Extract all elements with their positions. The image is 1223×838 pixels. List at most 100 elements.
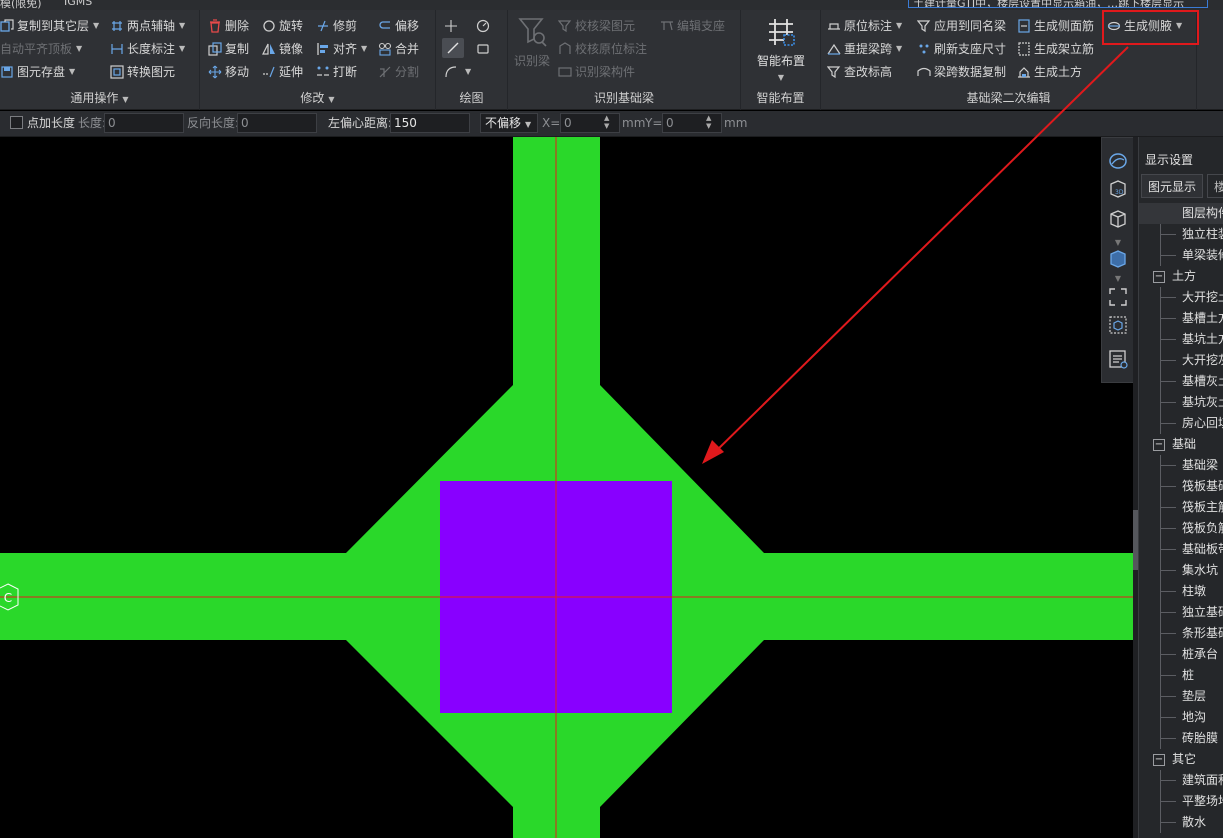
x-spinner[interactable]: ▲ ▼ <box>604 114 609 134</box>
original-annotation-button[interactable]: 原位标注 ▼ <box>827 16 902 36</box>
tree-item[interactable]: 大开挖灰 <box>1139 350 1223 371</box>
chevron-down-icon[interactable]: ▼ <box>1107 238 1129 248</box>
edit-support-button[interactable]: 编辑支座 <box>660 16 725 36</box>
tree-connector <box>1160 738 1176 739</box>
identify-beam-button[interactable]: 识别梁 <box>514 16 550 69</box>
cube-view-icon[interactable] <box>1107 208 1129 230</box>
offset-button[interactable]: 偏移 <box>378 16 419 36</box>
point-tool-button[interactable] <box>444 16 461 36</box>
gen-side-rebar-button[interactable]: 生成侧面筋 <box>1017 16 1094 36</box>
tree-item[interactable]: 筏板基础 <box>1139 476 1223 497</box>
span-data-copy-button[interactable]: 梁跨数据复制 <box>917 62 1006 82</box>
trim-button[interactable]: 修剪 <box>316 16 357 36</box>
tree-item[interactable]: 桩 <box>1139 665 1223 686</box>
tree-item[interactable]: 独立柱装 <box>1139 224 1223 245</box>
tree-item[interactable]: 垫层 <box>1139 686 1223 707</box>
copy-button[interactable]: 复制 <box>208 39 249 59</box>
tree-item[interactable]: 基槽灰土 <box>1139 371 1223 392</box>
group-title-general[interactable]: 通用操作 ▼ <box>0 89 199 106</box>
rect-tool-button[interactable] <box>476 39 493 59</box>
tree-item[interactable]: 集水坑 <box>1139 560 1223 581</box>
collapse-icon[interactable]: − <box>1153 271 1165 283</box>
fullscreen-icon[interactable] <box>1107 286 1129 308</box>
tree-item[interactable]: 独立基础 <box>1139 602 1223 623</box>
check-elevation-button[interactable]: 查改标高 <box>827 62 892 82</box>
tree-item[interactable]: 单梁装修 <box>1139 245 1223 266</box>
tree-item[interactable]: 筏板主筋 <box>1139 497 1223 518</box>
auto-align-button[interactable]: 自动平齐顶板 ▼ <box>0 39 82 59</box>
merge-button[interactable]: 合并 <box>378 39 419 59</box>
rotate-point-button[interactable] <box>476 16 493 36</box>
check-annotation-button[interactable]: 校核原位标注 <box>558 39 647 59</box>
gen-stand-rebar-button[interactable]: 生成架立筋 <box>1017 39 1094 59</box>
tree-item[interactable]: 桩承台 <box>1139 644 1223 665</box>
copy-to-layer-button[interactable]: 复制到其它层 ▼ <box>0 16 99 36</box>
smart-layout-button[interactable]: 智能布置 ▼ <box>745 16 817 83</box>
tree-item[interactable]: 基础梁 <box>1139 455 1223 476</box>
tree-item[interactable]: 建筑面积 <box>1139 770 1223 791</box>
reverse-length-input[interactable]: 0 <box>237 113 317 133</box>
tree-group[interactable]: − 其它 <box>1139 749 1223 770</box>
tree-item[interactable]: 大开挖土 <box>1139 287 1223 308</box>
tree-item[interactable]: 基础板带 <box>1139 539 1223 560</box>
tree-group[interactable]: − 基础 <box>1139 434 1223 455</box>
line-tool-button[interactable] <box>442 38 464 58</box>
identify-component-button[interactable]: 识别梁构件 <box>558 62 635 82</box>
layer-list-icon[interactable] <box>1107 348 1129 370</box>
align-button[interactable]: 对齐 ▼ <box>316 39 367 59</box>
tree-group[interactable]: − 土方 <box>1139 266 1223 287</box>
search-box[interactable]: 土建计量GTJ中，楼层设置中显示箱油，…跳下楼层显示 <box>908 0 1208 8</box>
tree-item[interactable]: 散水 <box>1139 812 1223 833</box>
chevron-down-icon[interactable]: ▼ <box>1107 274 1129 284</box>
tree-item[interactable]: 图层构件 <box>1139 203 1223 224</box>
tree-item[interactable]: 基坑灰土 <box>1139 392 1223 413</box>
tab-element-display[interactable]: 图元显示 <box>1141 174 1204 198</box>
break-button[interactable]: 打断 <box>316 62 357 82</box>
collapse-icon[interactable]: − <box>1153 754 1165 766</box>
refresh-support-button[interactable]: 刷新支座尺寸 <box>917 39 1006 59</box>
collapse-icon[interactable]: − <box>1153 439 1165 451</box>
length-dim-button[interactable]: 长度标注 ▼ <box>110 39 185 59</box>
x-input[interactable]: 0 <box>560 113 620 133</box>
element-save-button[interactable]: 图元存盘 ▼ <box>0 62 75 82</box>
check-beam-button[interactable]: 校核梁图元 <box>558 16 635 36</box>
tree-item[interactable]: 条形基础 <box>1139 623 1223 644</box>
tab-floor-display[interactable]: 楼层显示 <box>1207 174 1223 198</box>
extend-button[interactable]: 延伸 <box>262 62 303 82</box>
tree-item[interactable]: 筏板负筋 <box>1139 518 1223 539</box>
move-button[interactable]: 移动 <box>208 62 249 82</box>
mirror-button[interactable]: 镜像 <box>262 39 303 59</box>
tree-item[interactable]: 房心回填 <box>1139 413 1223 434</box>
y-input[interactable]: 0 <box>662 113 722 133</box>
x-unit: mm <box>622 116 646 130</box>
dynamic-view-icon[interactable] <box>1107 150 1129 172</box>
select-region-icon[interactable] <box>1107 314 1129 336</box>
dial-icon <box>476 19 490 33</box>
offset-icon <box>378 19 392 33</box>
length-input[interactable]: 0 <box>104 113 184 133</box>
tree-item[interactable]: 基坑土方 <box>1139 329 1223 350</box>
tree-item[interactable]: 砖胎膜 <box>1139 728 1223 749</box>
y-spinner[interactable]: ▲ ▼ <box>706 114 711 134</box>
rotate-button[interactable]: 旋转 <box>262 16 303 36</box>
tree-item[interactable]: 基槽土方 <box>1139 308 1223 329</box>
point-length-checkbox[interactable] <box>10 116 23 129</box>
delete-button[interactable]: 删除 <box>208 16 249 36</box>
tree-item[interactable]: 平整场地 <box>1139 791 1223 812</box>
tree-item[interactable]: 地沟 <box>1139 707 1223 728</box>
drawing-canvas[interactable]: C <box>0 137 1134 838</box>
tree-item[interactable]: 柱墩 <box>1139 581 1223 602</box>
offset-mode-select[interactable]: 不偏移 ▼ <box>480 113 538 133</box>
convert-element-button[interactable]: 转换图元 <box>110 62 175 82</box>
left-offset-input[interactable]: 150 <box>390 113 470 133</box>
align-icon <box>316 42 330 56</box>
solid-view-icon[interactable] <box>1107 248 1129 270</box>
re-span-button[interactable]: 重提梁跨 ▼ <box>827 39 902 59</box>
two-point-axis-button[interactable]: 两点辅轴 ▼ <box>110 16 185 36</box>
gen-earthwork-button[interactable]: 生成土方 <box>1017 62 1082 82</box>
arc-tool-button[interactable]: ▼ <box>444 62 471 82</box>
group-title-modify[interactable]: 修改 ▼ <box>200 89 435 106</box>
split-button[interactable]: 分割 <box>378 62 419 82</box>
apply-same-name-button[interactable]: 应用到同名梁 <box>917 16 1006 36</box>
3d-view-icon[interactable]: 3D <box>1107 178 1129 200</box>
